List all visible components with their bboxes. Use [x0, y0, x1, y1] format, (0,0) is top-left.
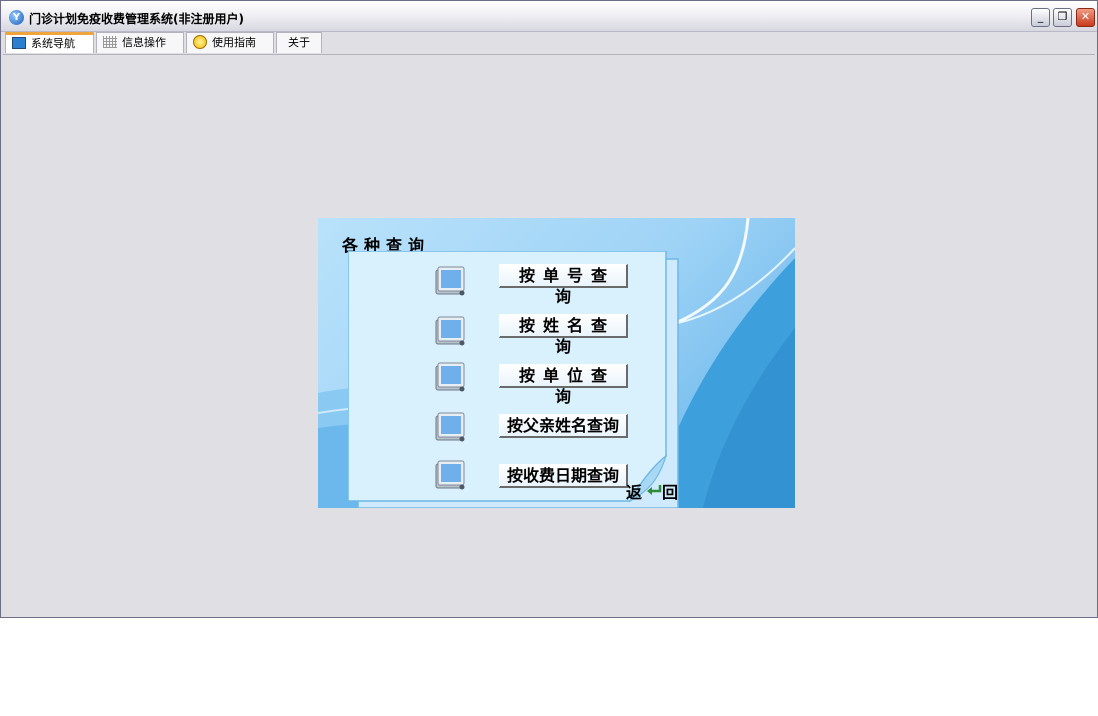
tab-system-navigation[interactable]: 系统导航 [5, 32, 94, 53]
query-by-number-button[interactable]: 按单号查询 [499, 264, 628, 306]
grid-icon [103, 36, 117, 48]
monitor-icon [12, 37, 26, 49]
tab-about[interactable]: 关于 [276, 32, 322, 53]
query-panel: 各种查询 按单号查询 按姓名查询 按单位查询 按父亲姓名查询 按收费日期查询 返… [318, 218, 795, 508]
query-by-unit-button[interactable]: 按单位查询 [499, 364, 628, 406]
back-button[interactable]: 返 回 [624, 472, 684, 502]
restore-button[interactable]: ❐ [1053, 8, 1072, 27]
window-title: 门诊计划免疫收费管理系统(非注册用户) [29, 12, 244, 26]
tab-user-guide[interactable]: 使用指南 [186, 32, 274, 53]
tab-label: 系统导航 [31, 37, 75, 50]
minimize-button[interactable]: _ [1031, 8, 1050, 27]
tab-info-operation[interactable]: 信息操作 [96, 32, 184, 53]
tab-label: 信息操作 [122, 36, 166, 49]
back-label-char1: 返 [626, 483, 643, 502]
folder-icon [435, 266, 465, 296]
folder-icon [435, 362, 465, 392]
back-label-char2: 回 [662, 483, 679, 502]
query-by-payment-date-button[interactable]: 按收费日期查询 [499, 464, 628, 488]
guide-icon [193, 35, 207, 49]
folder-icon [435, 412, 465, 442]
app-logo-icon: Y [9, 10, 24, 25]
folder-icon [435, 316, 465, 346]
note-card: 按单号查询 按姓名查询 按单位查询 按父亲姓名查询 按收费日期查询 [348, 251, 679, 508]
folder-icon [435, 460, 465, 490]
title-bar[interactable]: Y 门诊计划免疫收费管理系统(非注册用户) _ ❐ ✕ [1, 1, 1097, 32]
tab-label: 使用指南 [212, 36, 256, 49]
query-by-name-button[interactable]: 按姓名查询 [499, 314, 628, 356]
close-button[interactable]: ✕ [1076, 8, 1095, 27]
return-arrow-icon [647, 485, 662, 495]
tab-label: 关于 [288, 36, 310, 49]
tab-strip: 系统导航 信息操作 使用指南 关于 [3, 32, 1095, 55]
query-by-father-name-button[interactable]: 按父亲姓名查询 [499, 414, 628, 438]
